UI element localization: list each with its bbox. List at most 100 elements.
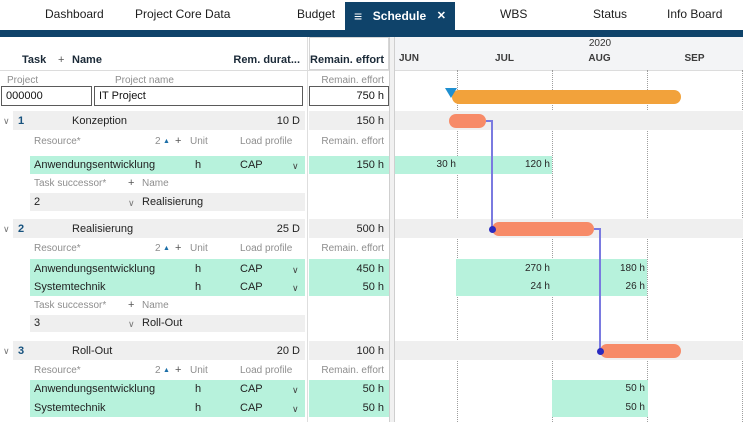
col-name[interactable]: Name (72, 54, 102, 66)
gantt-bar-project[interactable] (452, 90, 681, 104)
gantt-bar-realisierung[interactable] (492, 222, 594, 236)
project-name-input[interactable] (94, 86, 303, 106)
add-successor-button[interactable]: + (128, 177, 134, 189)
task-row-band (395, 341, 743, 360)
load-profile-col-label: Load profile (240, 365, 292, 376)
month-label-jun: JUN (395, 53, 423, 64)
collapse-chevron-icon[interactable]: ∨ (3, 346, 10, 357)
close-tab-icon[interactable]: ✕ (437, 11, 446, 22)
tab-schedule[interactable]: ≡ Schedule ✕ (345, 2, 455, 30)
col-task[interactable]: Task (22, 54, 46, 66)
resource-name[interactable]: Systemtechnik (34, 402, 106, 414)
task-table: Task + Name Rem. durat... Remain. effort… (0, 37, 389, 422)
schedule-content: Task + Name Rem. durat... Remain. effort… (0, 37, 743, 422)
resource-unit: h (195, 402, 201, 414)
tab-budget[interactable]: Budget (297, 7, 335, 21)
unit-col-label: Unit (190, 365, 208, 376)
monthly-effort-value: 180 h (620, 263, 645, 274)
dropdown-chevron-icon[interactable]: ∨ (128, 198, 135, 209)
dependency-connector (599, 228, 601, 351)
resource-unit: h (195, 383, 201, 395)
project-start-marker-icon[interactable] (445, 88, 457, 98)
resource-name[interactable]: Anwendungsentwicklung (34, 159, 155, 171)
successor-id: 3 (34, 317, 40, 329)
task-name[interactable]: Realisierung (72, 223, 133, 235)
project-effort-field[interactable]: 750 h (309, 86, 389, 106)
tab-status[interactable]: Status (593, 7, 627, 21)
resource-unit: h (195, 159, 201, 171)
successor-name: Realisierung (142, 196, 203, 208)
label-remain-effort: Remain. effort (321, 75, 384, 86)
tab-wbs[interactable]: WBS (500, 7, 527, 21)
project-id-input[interactable] (1, 86, 92, 106)
collapse-chevron-icon[interactable]: ∨ (3, 116, 10, 127)
dependency-dot-icon (597, 348, 604, 355)
tab-info-board[interactable]: Info Board (667, 7, 722, 21)
add-successor-button[interactable]: + (128, 299, 134, 311)
successor-col-label: Task successor* (34, 178, 106, 189)
resource-effort: 50 h (363, 281, 384, 293)
resource-name[interactable]: Systemtechnik (34, 281, 106, 293)
dependency-connector (491, 120, 493, 229)
task-name[interactable]: Roll-Out (72, 345, 112, 357)
load-profile-value[interactable]: CAP (240, 383, 263, 395)
task-row[interactable] (13, 341, 305, 360)
load-profile-value[interactable]: CAP (240, 263, 263, 275)
monthly-effort-value: 50 h (626, 383, 645, 394)
resource-effort-band (456, 259, 647, 278)
hamburger-menu-icon[interactable]: ≡ (354, 9, 362, 23)
remain-effort-col-label: Remain. effort (321, 365, 384, 376)
add-task-button[interactable]: + (58, 54, 64, 66)
sort-count[interactable]: 2 (155, 243, 161, 254)
sort-asc-icon[interactable]: ▲ (163, 245, 170, 252)
add-resource-button[interactable]: + (175, 242, 181, 254)
resource-name[interactable]: Anwendungsentwicklung (34, 383, 155, 395)
collapse-chevron-icon[interactable]: ∨ (3, 224, 10, 235)
active-tab-strip (0, 30, 743, 37)
monthly-effort-value: 26 h (626, 281, 645, 292)
dropdown-chevron-icon[interactable]: ∨ (292, 161, 299, 172)
successor-name: Roll-Out (142, 317, 182, 329)
dropdown-chevron-icon[interactable]: ∨ (128, 319, 135, 330)
load-profile-col-label: Load profile (240, 243, 292, 254)
resource-effort: 50 h (363, 383, 384, 395)
task-row[interactable] (13, 111, 305, 130)
successor-id: 2 (34, 196, 40, 208)
sort-asc-icon[interactable]: ▲ (163, 138, 170, 145)
dropdown-chevron-icon[interactable]: ∨ (292, 404, 299, 415)
task-duration: 10 D (277, 115, 300, 127)
add-resource-button[interactable]: + (175, 364, 181, 376)
resource-effort-band (456, 278, 647, 296)
task-id: 3 (18, 345, 24, 357)
schedule-view: Dashboard Project Core Data Budget ≡ Sch… (0, 0, 743, 422)
month-label-jul: JUL (457, 53, 552, 64)
gantt-bar-rollout[interactable] (600, 344, 681, 358)
monthly-effort-value: 120 h (525, 159, 550, 170)
resource-effort: 150 h (356, 159, 384, 171)
load-profile-value[interactable]: CAP (240, 281, 263, 293)
tab-schedule-label: Schedule (373, 9, 426, 23)
dropdown-chevron-icon[interactable]: ∨ (292, 283, 299, 294)
load-profile-value[interactable]: CAP (240, 402, 263, 414)
dropdown-chevron-icon[interactable]: ∨ (292, 385, 299, 396)
tab-project-core-data[interactable]: Project Core Data (135, 7, 230, 21)
resource-name[interactable]: Anwendungsentwicklung (34, 263, 155, 275)
sort-count[interactable]: 2 (155, 136, 161, 147)
task-name[interactable]: Konzeption (72, 115, 127, 127)
col-rem-duration[interactable]: Rem. durat... (233, 54, 300, 66)
tab-dashboard[interactable]: Dashboard (45, 7, 104, 21)
gantt-bar-konzeption[interactable] (449, 114, 486, 128)
monthly-effort-value: 24 h (531, 281, 550, 292)
task-effort: 150 h (356, 115, 384, 127)
add-resource-button[interactable]: + (175, 135, 181, 147)
col-remain-effort[interactable]: Remain. effort (310, 54, 384, 66)
load-profile-value[interactable]: CAP (240, 159, 263, 171)
monthly-effort-value: 270 h (525, 263, 550, 274)
dropdown-chevron-icon[interactable]: ∨ (292, 265, 299, 276)
sort-asc-icon[interactable]: ▲ (163, 367, 170, 374)
task-duration: 20 D (277, 345, 300, 357)
task-row[interactable] (13, 219, 305, 238)
successor-col-label: Task successor* (34, 300, 106, 311)
sort-count[interactable]: 2 (155, 365, 161, 376)
label-project: Project (7, 75, 38, 86)
